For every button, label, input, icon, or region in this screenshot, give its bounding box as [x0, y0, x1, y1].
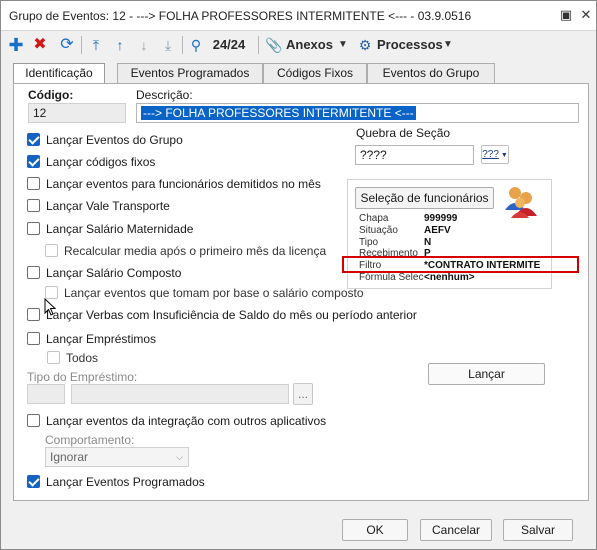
todos-label: Todos: [66, 351, 99, 365]
base-salario-composto-label: Lançar eventos que tomam por base o salá…: [64, 286, 364, 300]
salario-maternidade-checkbox[interactable]: [27, 222, 40, 235]
quebra-secao-label: Quebra de Seção: [356, 126, 451, 140]
vale-transporte-checkbox[interactable]: [27, 199, 40, 212]
verbas-insuficiencia-label: Lançar Verbas com Insuficiência de Saldo…: [46, 308, 417, 322]
chevron-down-icon[interactable]: ▼: [337, 35, 349, 55]
tipo-emprestimo-code-field[interactable]: [27, 384, 65, 404]
quebra-secao-field[interactable]: ????: [355, 145, 474, 165]
descricao-field[interactable]: ---> FOLHA PROFESSORES INTERMITENTE <---: [136, 103, 579, 123]
tipo-label: Tipo: [359, 237, 379, 248]
integracao-label: Lançar eventos da integração com outros …: [46, 414, 327, 428]
filtro-highlight-box: [342, 256, 579, 273]
selecao-funcionarios-button[interactable]: Seleção de funcionários: [355, 187, 494, 209]
gear-icon[interactable]: ⚙: [357, 35, 373, 55]
chapa-label: Chapa: [359, 213, 389, 224]
anexos-menu[interactable]: Anexos: [286, 35, 333, 55]
add-icon[interactable]: ✚: [7, 35, 25, 55]
recalcular-media-checkbox[interactable]: [45, 244, 58, 257]
paperclip-icon[interactable]: 📎: [265, 35, 282, 55]
chevron-down-icon: ▼: [498, 152, 508, 159]
emprestimos-checkbox[interactable]: [27, 332, 40, 345]
last-record-icon[interactable]: ⤓: [159, 35, 177, 55]
toolbar-separator: [182, 36, 183, 54]
tab-identificacao[interactable]: Identificação: [13, 63, 105, 85]
title-bar: Grupo de Eventos: 12 - ---> FOLHA PROFES…: [1, 1, 596, 31]
close-window-icon[interactable]: ✕: [578, 7, 594, 23]
eventos-grupo-checkbox[interactable]: [27, 133, 40, 146]
descricao-value: ---> FOLHA PROFESSORES INTERMITENTE <---: [141, 106, 416, 120]
refresh-icon[interactable]: ⟳: [57, 35, 77, 55]
users-icon: [502, 184, 540, 220]
salario-composto-label: Lançar Salário Composto: [46, 266, 182, 280]
emprestimos-label: Lançar Empréstimos: [46, 332, 157, 346]
window-title: Grupo de Eventos: 12 - ---> FOLHA PROFES…: [9, 9, 472, 23]
tipo-emprestimo-browse-button[interactable]: ...: [293, 383, 313, 405]
eventos-programados-checkbox[interactable]: [27, 475, 40, 488]
tipo-value: N: [424, 237, 432, 248]
chapa-value: 999999: [424, 213, 458, 224]
dialog-window: Grupo de Eventos: 12 - ---> FOLHA PROFES…: [0, 0, 597, 550]
vale-transporte-label: Lançar Vale Transporte: [46, 199, 170, 213]
chevron-down-icon[interactable]: ▼: [442, 35, 454, 55]
situacao-label: Situação: [359, 225, 398, 236]
search-icon[interactable]: ⚲: [187, 35, 205, 55]
descricao-label: Descrição:: [136, 88, 193, 102]
comportamento-select[interactable]: Ignorar ⌵: [45, 447, 189, 467]
first-record-icon[interactable]: ⤒: [87, 35, 105, 55]
save-button[interactable]: Salvar: [503, 519, 573, 541]
identificacao-panel: Código: 12 Descrição: ---> FOLHA PROFESS…: [13, 83, 589, 501]
toolbar-separator: [81, 36, 82, 54]
record-position: 24/24: [212, 37, 246, 52]
tab-codigos-fixos[interactable]: Códigos Fixos: [263, 63, 367, 84]
lancar-button[interactable]: Lançar: [428, 363, 545, 385]
demitidos-checkbox[interactable]: [27, 177, 40, 190]
quebra-secao-button[interactable]: ??? ▼: [481, 145, 509, 164]
codigos-fixos-checkbox[interactable]: [27, 155, 40, 168]
codigo-label: Código:: [28, 88, 74, 102]
codigo-field[interactable]: 12: [28, 103, 126, 123]
salario-composto-checkbox[interactable]: [27, 266, 40, 279]
quebra-secao-button-label: ???: [482, 149, 499, 160]
integracao-checkbox[interactable]: [27, 414, 40, 427]
eventos-grupo-label: Lançar Eventos do Grupo: [46, 133, 183, 147]
codigos-fixos-label: Lançar códigos fixos: [46, 155, 156, 169]
formula-selec-label: Fórmula Selec: [359, 272, 424, 283]
todos-checkbox[interactable]: [47, 351, 60, 364]
situacao-value: AEFV: [424, 225, 451, 236]
tab-eventos-do-grupo[interactable]: Eventos do Grupo: [367, 63, 495, 84]
mouse-cursor-icon: [44, 298, 56, 316]
tipo-emprestimo-label: Tipo do Empréstimo:: [27, 370, 138, 384]
minimize-icon[interactable]: ▣: [558, 7, 574, 23]
previous-record-icon[interactable]: ↑: [111, 35, 129, 55]
processos-menu[interactable]: Processos: [377, 35, 443, 55]
delete-icon[interactable]: ✖: [31, 35, 49, 55]
ok-button[interactable]: OK: [342, 519, 408, 541]
verbas-insuficiencia-checkbox[interactable]: [27, 308, 40, 321]
comportamento-label: Comportamento:: [45, 433, 135, 447]
recalcular-media-label: Recalcular media após o primeiro mês da …: [64, 244, 327, 258]
tipo-emprestimo-desc-field[interactable]: [71, 384, 289, 404]
toolbar: ✚ ✖ ⟳ ⤒ ↑ ↓ ⤓ ⚲ 24/24 📎 Anexos ▼ ⚙ Proce…: [1, 32, 596, 58]
toolbar-separator: [258, 36, 259, 54]
comportamento-value: Ignorar: [50, 450, 89, 464]
cancel-button[interactable]: Cancelar: [420, 519, 492, 541]
tab-eventos-programados[interactable]: Eventos Programados: [117, 63, 263, 84]
formula-selec-value: <nenhum>: [424, 272, 475, 283]
demitidos-label: Lançar eventos para funcionários demitid…: [46, 177, 321, 191]
next-record-icon[interactable]: ↓: [135, 35, 153, 55]
eventos-programados-label: Lançar Eventos Programados: [46, 475, 205, 489]
chevron-down-icon: ⌵: [176, 452, 183, 462]
salario-maternidade-label: Lançar Salário Maternidade: [46, 222, 194, 236]
